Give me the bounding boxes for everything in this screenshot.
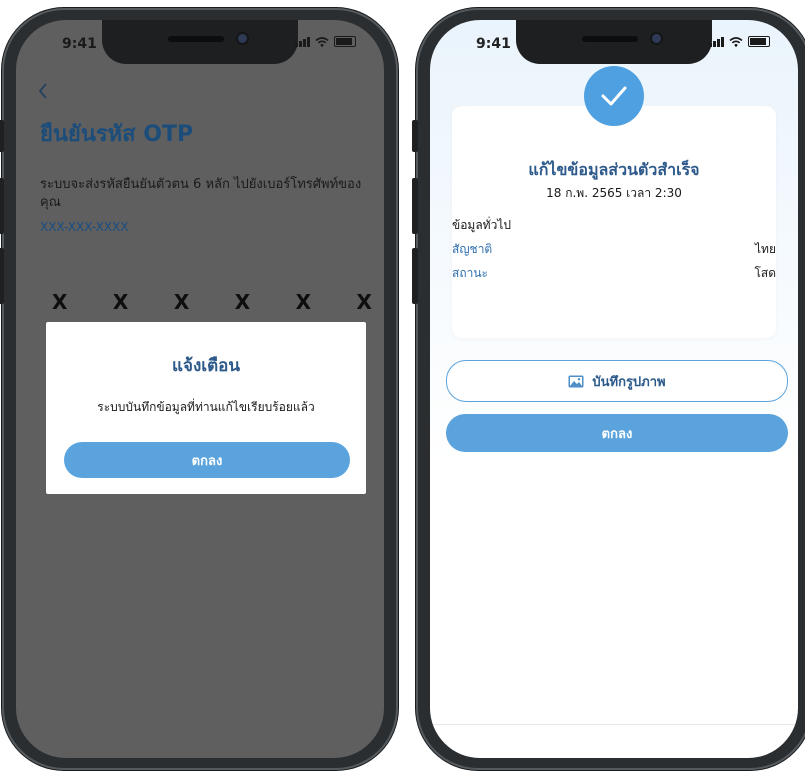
notch [102, 20, 298, 64]
status-icons [709, 36, 770, 47]
alert-message: ระบบบันทึกข้อมูลที่ท่านแก้ไขเรียบร้อยแล้… [97, 400, 315, 414]
save-image-button[interactable]: บันทึกรูปภาพ [446, 360, 788, 402]
otp-digit[interactable]: X [113, 290, 128, 314]
otp-input[interactable]: X X X X X X [52, 290, 372, 314]
result-date: 18 ก.พ. 2565 เวลา 2:30 [546, 186, 682, 200]
battery-icon [334, 36, 356, 47]
ok-button[interactable]: ตกลง [64, 442, 350, 478]
ok-button[interactable]: ตกลง [446, 414, 788, 452]
otp-digit[interactable]: X [174, 290, 189, 314]
image-icon [568, 375, 584, 387]
row-key: สัญชาติ [452, 242, 493, 256]
right-phone: 9:41 แก้ไขข้อมูลส่วนตัวสำเร็จ 18 ก.พ. 25… [412, 8, 805, 770]
battery-icon [748, 36, 770, 47]
wifi-icon [729, 36, 743, 47]
volume-down-button [412, 248, 418, 304]
section-label: ข้อมูลทั่วไป [452, 218, 511, 232]
left-phone: 9:41 ยืนยันรหัส OTP ระบบจะส่งรหัสยืนยันต… [0, 8, 398, 770]
page-title: ยืนยันรหัส OTP [40, 122, 194, 147]
otp-digit[interactable]: X [357, 290, 372, 314]
row-value: โสด [754, 266, 776, 280]
alert-dialog: แจ้งเตือน ระบบบันทึกข้อมูลที่ท่านแก้ไขเร… [46, 322, 366, 494]
otp-description: ระบบจะส่งรหัสยืนยันตัวตน 6 หลัก ไปยังเบอ… [40, 177, 362, 210]
mute-switch [412, 120, 418, 152]
divider [430, 724, 798, 725]
result-title: แก้ไขข้อมูลส่วนตัวสำเร็จ [528, 160, 700, 179]
row-value: ไทย [755, 242, 776, 256]
check-icon [584, 66, 644, 126]
status-time: 9:41 [476, 36, 511, 52]
masked-phone-number: XXX-XXX-XXXX [40, 220, 129, 234]
otp-screen: 9:41 ยืนยันรหัส OTP ระบบจะส่งรหัสยืนยันต… [16, 20, 384, 758]
otp-digit[interactable]: X [235, 290, 250, 314]
status-icons [295, 36, 356, 47]
save-image-label: บันทึกรูปภาพ [592, 374, 666, 390]
signal-icon [709, 36, 724, 47]
alert-title: แจ้งเตือน [172, 356, 240, 376]
status-time: 9:41 [62, 36, 97, 52]
otp-digit[interactable]: X [52, 290, 67, 314]
volume-up-button [0, 178, 4, 234]
notch [516, 20, 712, 64]
mute-switch [0, 120, 4, 152]
row-key: สถานะ [452, 266, 488, 280]
otp-digit[interactable]: X [296, 290, 311, 314]
signal-icon [295, 36, 310, 47]
result-card: แก้ไขข้อมูลส่วนตัวสำเร็จ 18 ก.พ. 2565 เว… [452, 106, 776, 338]
wifi-icon [315, 36, 329, 47]
success-screen: 9:41 แก้ไขข้อมูลส่วนตัวสำเร็จ 18 ก.พ. 25… [430, 20, 798, 758]
volume-down-button [0, 248, 4, 304]
volume-up-button [412, 178, 418, 234]
chevron-left-icon[interactable] [38, 80, 48, 104]
